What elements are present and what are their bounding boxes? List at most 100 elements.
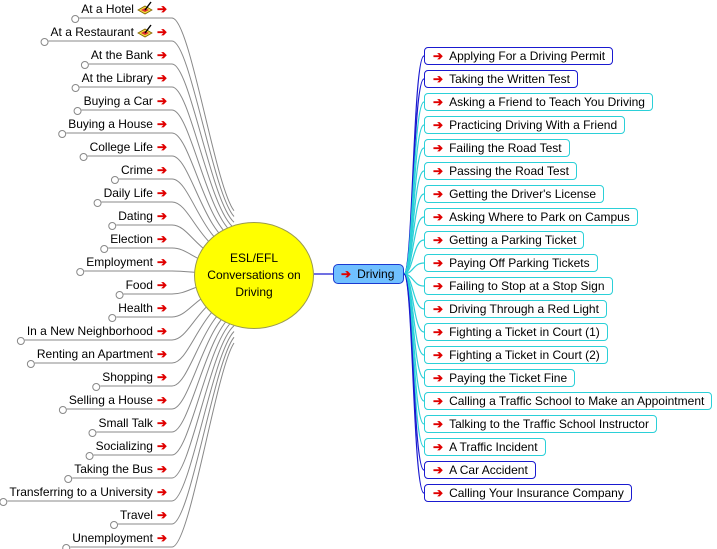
- red-arrow-icon[interactable]: ➔: [157, 2, 167, 16]
- red-arrow-icon[interactable]: ➔: [157, 347, 167, 361]
- left-topic[interactable]: Health ➔: [118, 300, 167, 316]
- left-topic[interactable]: In a New Neighborhood ➔: [27, 323, 167, 339]
- driving-subtopic-node[interactable]: ➔ Paying the Ticket Fine: [424, 369, 576, 387]
- central-topic-line-2: Conversations on: [207, 268, 301, 282]
- driving-subtopic-node[interactable]: ➔ Driving Through a Red Light: [424, 300, 607, 318]
- red-arrow-icon[interactable]: ➔: [157, 393, 167, 407]
- red-arrow-icon[interactable]: ➔: [157, 508, 167, 522]
- driving-subtopic-node[interactable]: ➔ Asking Where to Park on Campus: [424, 208, 638, 226]
- red-arrow-icon[interactable]: ➔: [157, 531, 167, 545]
- left-topic[interactable]: Unemployment ➔: [72, 530, 167, 546]
- red-arrow-icon[interactable]: ➔: [157, 71, 167, 85]
- red-arrow-icon[interactable]: ➔: [433, 279, 443, 293]
- red-arrow-icon[interactable]: ➔: [157, 370, 167, 384]
- red-arrow-icon[interactable]: ➔: [157, 439, 167, 453]
- driving-subtopic-node[interactable]: ➔ Fighting a Ticket in Court (1): [424, 323, 608, 341]
- red-arrow-icon[interactable]: ➔: [433, 302, 443, 316]
- left-topic[interactable]: Travel ➔: [120, 507, 167, 523]
- left-topic[interactable]: At the Library ➔: [82, 70, 167, 86]
- driving-subtopic-node[interactable]: ➔ Applying For a Driving Permit: [424, 47, 614, 65]
- driving-subtopic-node[interactable]: ➔ Asking a Friend to Teach You Driving: [424, 93, 653, 111]
- red-arrow-icon[interactable]: ➔: [433, 210, 443, 224]
- left-topic[interactable]: Selling a House ➔: [69, 392, 167, 408]
- red-arrow-icon[interactable]: ➔: [433, 256, 443, 270]
- red-arrow-icon[interactable]: ➔: [157, 324, 167, 338]
- red-arrow-icon[interactable]: ➔: [157, 485, 167, 499]
- red-arrow-icon[interactable]: ➔: [157, 25, 167, 39]
- driving-subtopic-node[interactable]: ➔ Getting the Driver's License: [424, 185, 605, 203]
- red-arrow-icon[interactable]: ➔: [157, 48, 167, 62]
- driving-subtopic-node[interactable]: ➔ Calling a Traffic School to Make an App…: [424, 392, 713, 410]
- red-arrow-icon[interactable]: ➔: [341, 267, 351, 281]
- left-topic[interactable]: Renting an Apartment ➔: [37, 346, 167, 362]
- pen-note-icon[interactable]: [137, 24, 153, 38]
- red-arrow-icon[interactable]: ➔: [433, 49, 443, 63]
- driving-subtopic-label: Paying Off Parking Tickets: [449, 256, 590, 270]
- driving-subtopic-node[interactable]: ➔ Calling Your Insurance Company: [424, 484, 632, 502]
- left-topic[interactable]: Transferring to a University ➔: [9, 484, 167, 500]
- collapse-handle-icon: [110, 176, 119, 184]
- driving-subtopic-label: Failing to Stop at a Stop Sign: [449, 279, 605, 293]
- red-arrow-icon[interactable]: ➔: [433, 417, 443, 431]
- red-arrow-icon[interactable]: ➔: [433, 486, 443, 500]
- red-arrow-icon[interactable]: ➔: [433, 72, 443, 86]
- red-arrow-icon[interactable]: ➔: [433, 440, 443, 454]
- driving-subtopic-label: Asking Where to Park on Campus: [449, 210, 630, 224]
- red-arrow-icon[interactable]: ➔: [157, 255, 167, 269]
- red-arrow-icon[interactable]: ➔: [433, 118, 443, 132]
- red-arrow-icon[interactable]: ➔: [157, 140, 167, 154]
- driving-subtopic-node[interactable]: ➔ Failing the Road Test: [424, 139, 570, 157]
- driving-subtopic-node[interactable]: ➔ Fighting a Ticket in Court (2): [424, 346, 608, 364]
- left-topic[interactable]: Buying a Car ➔: [84, 93, 167, 109]
- red-arrow-icon[interactable]: ➔: [157, 462, 167, 476]
- red-arrow-icon[interactable]: ➔: [433, 371, 443, 385]
- driving-subtopic-node[interactable]: ➔ A Car Accident: [424, 461, 536, 479]
- central-topic[interactable]: ESL/EFL Conversations on Driving: [194, 222, 314, 329]
- red-arrow-icon[interactable]: ➔: [433, 164, 443, 178]
- driving-subtopic-node[interactable]: ➔ Taking the Written Test: [424, 70, 579, 88]
- red-arrow-icon[interactable]: ➔: [157, 416, 167, 430]
- red-arrow-icon[interactable]: ➔: [433, 141, 443, 155]
- red-arrow-icon[interactable]: ➔: [433, 233, 443, 247]
- left-topic[interactable]: At a Restaurant ➔: [51, 24, 167, 40]
- driving-subtopic-node[interactable]: ➔ Practicing Driving With a Friend: [424, 116, 626, 134]
- red-arrow-icon[interactable]: ➔: [157, 301, 167, 315]
- red-arrow-icon[interactable]: ➔: [433, 463, 443, 477]
- red-arrow-icon[interactable]: ➔: [157, 117, 167, 131]
- left-topic[interactable]: Buying a House ➔: [68, 116, 167, 132]
- left-topic[interactable]: At a Hotel ➔: [81, 1, 167, 17]
- left-topic[interactable]: Socializing ➔: [96, 438, 167, 454]
- left-topic[interactable]: Crime ➔: [121, 162, 167, 178]
- left-topic[interactable]: College Life ➔: [90, 139, 167, 155]
- left-topic[interactable]: Dating ➔: [118, 208, 167, 224]
- left-topic[interactable]: Small Talk ➔: [98, 415, 167, 431]
- driving-branch-node[interactable]: ➔ Driving: [333, 264, 404, 284]
- driving-subtopic-node[interactable]: ➔ Failing to Stop at a Stop Sign: [424, 277, 613, 295]
- left-topic[interactable]: Election ➔: [110, 231, 167, 247]
- left-topic[interactable]: At the Bank ➔: [91, 47, 167, 63]
- driving-subtopic-node[interactable]: ➔ A Traffic Incident: [424, 438, 546, 456]
- left-topic[interactable]: Daily Life ➔: [104, 185, 167, 201]
- left-topic-label: Election: [110, 232, 153, 246]
- red-arrow-icon[interactable]: ➔: [157, 278, 167, 292]
- pen-note-icon[interactable]: [137, 1, 153, 15]
- left-topic[interactable]: Employment ➔: [86, 254, 167, 270]
- left-topic[interactable]: Shopping ➔: [102, 369, 167, 385]
- red-arrow-icon[interactable]: ➔: [433, 187, 443, 201]
- driving-subtopic-node[interactable]: ➔ Getting a Parking Ticket: [424, 231, 585, 249]
- driving-subtopic-node[interactable]: ➔ Paying Off Parking Tickets: [424, 254, 598, 272]
- red-arrow-icon[interactable]: ➔: [433, 348, 443, 362]
- red-arrow-icon[interactable]: ➔: [157, 94, 167, 108]
- red-arrow-icon[interactable]: ➔: [157, 163, 167, 177]
- left-topic[interactable]: Taking the Bus ➔: [74, 461, 167, 477]
- red-arrow-icon[interactable]: ➔: [433, 394, 443, 408]
- red-arrow-icon[interactable]: ➔: [157, 232, 167, 246]
- left-topic[interactable]: Food ➔: [126, 277, 167, 293]
- left-topic-label: Employment: [86, 255, 153, 269]
- red-arrow-icon[interactable]: ➔: [433, 325, 443, 339]
- red-arrow-icon[interactable]: ➔: [433, 95, 443, 109]
- red-arrow-icon[interactable]: ➔: [157, 186, 167, 200]
- driving-subtopic-node[interactable]: ➔ Talking to the Traffic School Instructo…: [424, 415, 657, 433]
- red-arrow-icon[interactable]: ➔: [157, 209, 167, 223]
- driving-subtopic-node[interactable]: ➔ Passing the Road Test: [424, 162, 577, 180]
